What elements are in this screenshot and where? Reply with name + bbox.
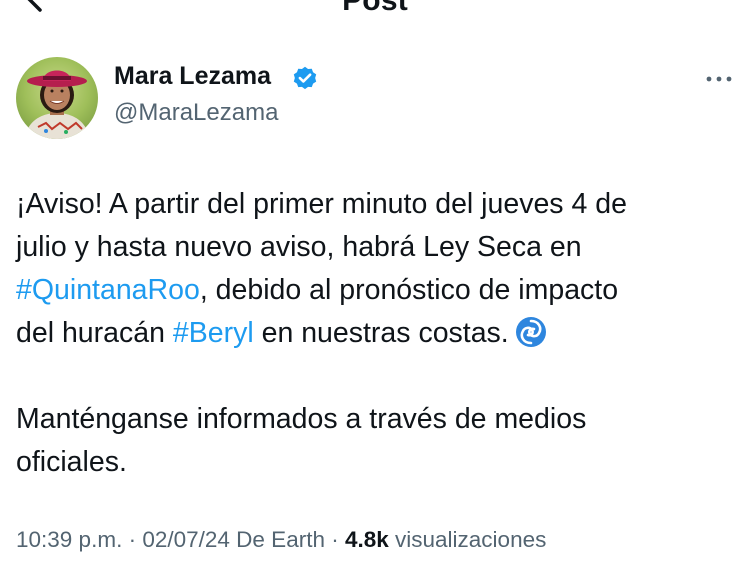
more-options-icon[interactable] — [703, 72, 735, 86]
tweet-text-segment: , debido al pronóstico de impacto — [199, 274, 619, 306]
tweet-line: #QuintanaRoo, debido al pronóstico de im… — [16, 269, 736, 312]
author-handle[interactable]: @MaraLezama — [114, 99, 278, 127]
tweet-text-segment: ¡Aviso! A partir del primer minuto del j… — [16, 188, 627, 220]
tweet-time[interactable]: 10:39 p.m. — [16, 527, 122, 552]
tweet-meta: 10:39 p.m. · 02/07/24 De Earth · 4.8k vi… — [16, 527, 546, 553]
tweet-text-segment: en nuestras costas. — [253, 317, 509, 349]
tweet-text-segment: Manténganse informados a través de medio… — [16, 403, 587, 435]
tweet-line: julio y hasta nuevo aviso, habrá Ley Sec… — [16, 226, 736, 269]
author-name[interactable]: Mara Lezama — [114, 62, 271, 91]
top-bar: Post — [0, 0, 750, 18]
page-title: Post — [342, 0, 408, 17]
verified-badge-icon — [291, 65, 319, 93]
hashtag-beryl[interactable]: #Beryl — [173, 317, 254, 349]
tweet-date[interactable]: 02/07/24 — [142, 527, 230, 552]
separator-dot: · — [324, 527, 345, 552]
tweet-text-segment: julio y hasta nuevo aviso, habrá Ley Sec… — [16, 231, 582, 263]
tweet-text: ¡Aviso! A partir del primer minuto del j… — [16, 183, 736, 484]
hashtag-quintanaroo[interactable]: #QuintanaRoo — [16, 274, 200, 306]
cyclone-icon — [515, 316, 547, 348]
avatar[interactable] — [16, 57, 98, 139]
views-count[interactable]: 4.8k — [345, 527, 389, 552]
tweet-line: oficiales. — [16, 441, 736, 484]
post-detail-page: Post Mara Lezama @MaraLezama ¡Aviso! A p… — [0, 0, 750, 573]
tweet-source: De Earth — [229, 527, 325, 552]
tweet-text-segment: del huracán — [16, 317, 173, 349]
views-label: visualizaciones — [388, 527, 547, 552]
separator-dot: · — [122, 527, 143, 552]
tweet-line: del huracán #Beryl en nuestras costas. — [16, 312, 736, 355]
tweet-line: Manténganse informados a través de medio… — [16, 398, 736, 441]
tweet-line: ¡Aviso! A partir del primer minuto del j… — [16, 183, 736, 226]
tweet-text-segment: oficiales. — [16, 446, 127, 478]
